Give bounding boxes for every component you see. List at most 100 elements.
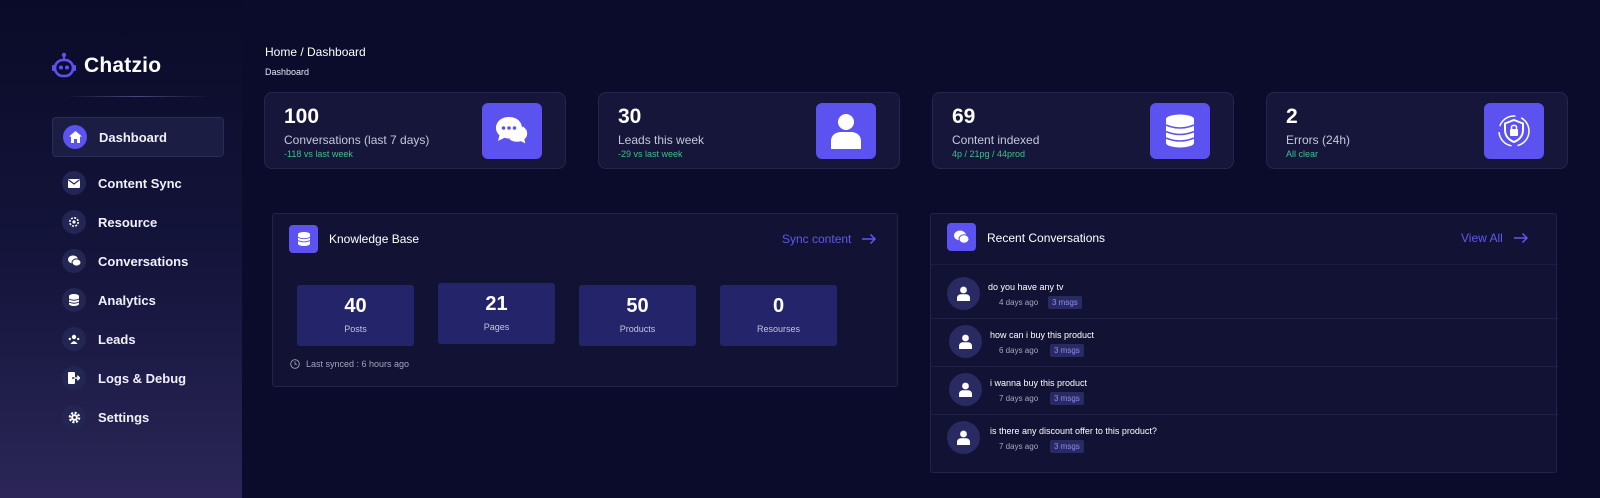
robot-icon [52,52,76,78]
chat-bubbles-icon [482,103,542,159]
sync-content-link[interactable]: Sync content [782,232,877,246]
recent-conversations-panel: Recent Conversations View All do you hav… [930,213,1558,473]
stat-card-leads: 30 Leads this week -29 vs last week [598,92,900,169]
arrow-right-icon [1513,232,1528,244]
conversation-time: 7 days ago [999,394,1039,403]
last-synced: Last synced : 6 hours ago [290,359,409,369]
app-logo[interactable]: Chatzio [52,52,161,80]
stat-trend: -118 vs last week [284,149,353,159]
shield-lock-icon [1484,103,1544,159]
knowledge-base-panel: Knowledge Base Sync content 40 Posts 21 … [272,213,898,387]
kb-stat-label: Pages [483,322,510,332]
link-label: Sync content [782,232,852,246]
stat-label: Content indexed [952,133,1040,147]
home-icon [63,125,87,149]
app-name: Chatzio [84,54,162,77]
message-count-badge: 3 msgs [1050,440,1084,453]
sidebar-item-resource[interactable]: Resource [52,202,224,242]
link-label: View All [1461,231,1503,245]
conversation-message: how can i buy this product [990,330,1095,340]
sidebar-item-label: Analytics [98,292,156,308]
conversation-row[interactable]: i wanna buy this product 7 days ago 3 ms… [931,366,1558,413]
breadcrumb: Home / Dashboard [265,45,366,59]
database-icon [1150,103,1210,159]
panel-title: Knowledge Base [329,232,420,246]
sidebar-item-label: Conversations [98,253,189,269]
stat-value: 69 [952,105,976,128]
conversation-message: i wanna buy this product [990,378,1088,388]
sidebar-item-label: Settings [98,409,150,425]
message-count-badge: 3 msgs [1050,392,1084,405]
kb-stat-value: 50 [626,295,649,317]
stat-label: Errors (24h) [1286,133,1351,147]
conversation-message: do you have any tv [988,282,1064,292]
sidebar-item-label: Resource [98,214,158,230]
sidebar-item-analytics[interactable]: Analytics [52,280,224,320]
database-icon [62,288,86,312]
stat-card-errors: 2 Errors (24h) All clear [1266,92,1568,169]
last-synced-text: Last synced : 6 hours ago [306,359,410,369]
kb-stat-posts: 40 Posts [297,285,414,346]
chat-bubbles-icon [62,249,86,273]
kb-stat-label: Resourses [756,324,801,334]
conversation-row[interactable]: is there any discount offer to this prod… [931,414,1558,461]
sidebar-item-settings[interactable]: Settings [52,397,224,437]
stat-label: Leads this week [618,133,705,147]
clock-icon [290,359,300,369]
user-group-icon [62,327,86,351]
conversation-time: 4 days ago [999,298,1039,307]
user-icon [959,382,972,397]
stat-trend: 4p / 21pg / 44prod [952,149,1026,159]
logo-divider [64,96,210,97]
envelope-icon [62,171,86,195]
sidebar-item-dashboard[interactable]: Dashboard [52,117,224,157]
kb-stat-value: 0 [772,295,785,317]
avatar [949,325,982,358]
gear-small-icon [62,210,86,234]
kb-stat-value: 40 [344,295,367,317]
stat-trend: All clear [1286,149,1319,159]
logout-icon [62,366,86,390]
user-icon [957,286,970,301]
kb-stat-pages: 21 Pages [438,283,555,344]
sidebar-item-logs-debug[interactable]: Logs & Debug [52,358,224,398]
kb-stat-resources: 0 Resourses [720,285,837,346]
sidebar-item-label: Content Sync [98,175,182,191]
stat-trend: -29 vs last week [618,149,683,159]
database-icon [289,225,318,253]
user-icon [816,103,876,159]
kb-stat-value: 21 [485,293,508,315]
user-icon [957,430,970,445]
kb-stat-label: Posts [344,324,367,334]
stat-label: Conversations (last 7 days) [284,133,430,147]
page-title: Dashboard [265,67,310,77]
conversation-time: 6 days ago [999,346,1039,355]
gear-icon [62,405,86,429]
avatar [947,421,980,454]
chat-bubbles-icon [947,223,976,251]
sidebar-item-label: Logs & Debug [98,370,187,386]
view-all-link[interactable]: View All [1461,231,1529,245]
conversation-row[interactable]: how can i buy this product 6 days ago 3 … [931,318,1558,365]
stat-value: 2 [1286,105,1298,128]
avatar [949,373,982,406]
conversation-row[interactable]: do you have any tv 4 days ago 3 msgs [931,271,1558,318]
message-count-badge: 3 msgs [1048,296,1082,309]
message-count-badge: 3 msgs [1050,344,1084,357]
stat-value: 100 [284,105,320,128]
avatar [947,277,980,310]
user-icon [959,334,972,349]
arrow-right-icon [862,233,877,245]
sidebar-item-content-sync[interactable]: Content Sync [52,163,224,203]
stat-card-conversations: 100 Conversations (last 7 days) -118 vs … [264,92,566,169]
sidebar-item-label: Leads [98,331,136,347]
panel-header-divider [931,264,1558,265]
sidebar-item-label: Dashboard [99,129,167,145]
sidebar-item-conversations[interactable]: Conversations [52,241,224,281]
kb-stat-products: 50 Products [579,285,696,346]
sidebar-item-leads[interactable]: Leads [52,319,224,359]
conversation-time: 7 days ago [999,442,1039,451]
conversation-message: is there any discount offer to this prod… [990,426,1157,436]
kb-stat-label: Products [619,324,656,334]
sidebar: Chatzio Dashboard Content Sync Resource … [0,0,242,498]
